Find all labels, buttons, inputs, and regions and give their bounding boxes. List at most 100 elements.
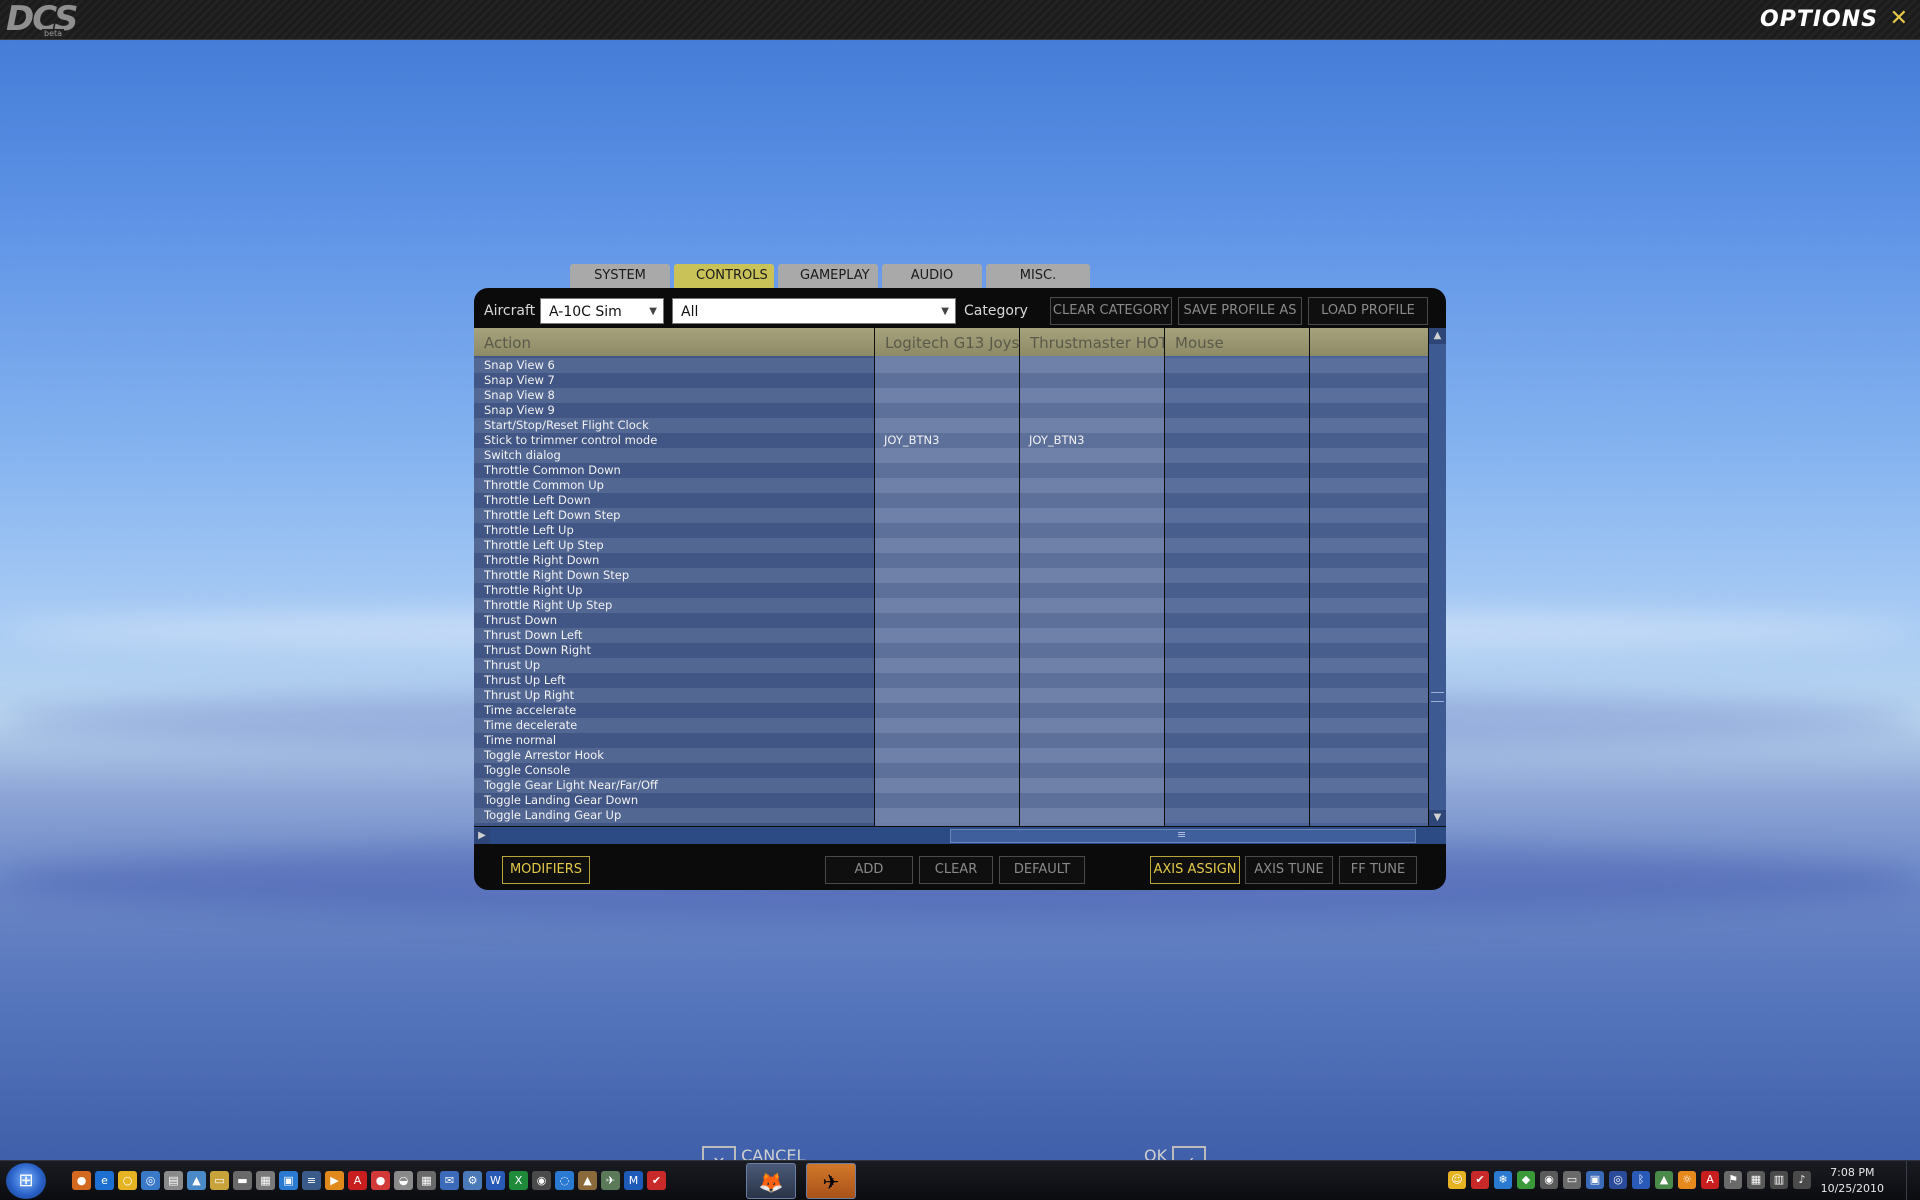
table-row[interactable]: Throttle Left Up Step bbox=[474, 538, 1428, 553]
column-header-logitech[interactable]: Logitech G13 Joys bbox=[875, 328, 1019, 356]
column-header-action[interactable]: Action bbox=[474, 328, 874, 356]
ff-tune-button[interactable]: FF TUNE bbox=[1339, 856, 1417, 884]
app-icon[interactable]: ○ bbox=[118, 1171, 137, 1190]
clear-category-button[interactable]: CLEAR CATEGORY bbox=[1050, 297, 1172, 325]
app-icon[interactable]: ◎ bbox=[141, 1171, 160, 1190]
modifiers-button[interactable]: MODIFIERS bbox=[502, 856, 590, 884]
app-icon[interactable]: ▲ bbox=[578, 1171, 597, 1190]
table-row[interactable]: Thrust Up bbox=[474, 658, 1428, 673]
table-row[interactable]: Toggle Landing Gear Down bbox=[474, 793, 1428, 808]
ie-icon[interactable]: e bbox=[95, 1171, 114, 1190]
table-row[interactable]: Toggle Arrestor Hook bbox=[474, 748, 1428, 763]
tray-icon[interactable]: ☼ bbox=[1678, 1171, 1696, 1189]
table-row[interactable]: Time decelerate bbox=[474, 718, 1428, 733]
table-row[interactable]: Throttle Left Up bbox=[474, 523, 1428, 538]
axis-tune-button[interactable]: AXIS TUNE bbox=[1245, 856, 1333, 884]
vertical-scrollbar[interactable]: ▲ ▼ bbox=[1428, 328, 1446, 826]
firefox-icon[interactable]: ● bbox=[72, 1171, 91, 1190]
table-row[interactable]: Start/Stop/Reset Flight Clock bbox=[474, 418, 1428, 433]
table-row[interactable]: Throttle Right Down Step bbox=[474, 568, 1428, 583]
ati-icon[interactable]: A bbox=[348, 1171, 367, 1190]
table-row[interactable]: Stick to trimmer control mode JOY_BTN3 JOY… bbox=[474, 433, 1428, 448]
table-row[interactable]: Snap View 7 bbox=[474, 373, 1428, 388]
tray-icon[interactable]: ▭ bbox=[1563, 1171, 1581, 1189]
tab-system[interactable]: SYSTEM bbox=[570, 264, 670, 288]
app-icon[interactable]: ▲ bbox=[187, 1171, 206, 1190]
load-profile-button[interactable]: LOAD PROFILE bbox=[1308, 297, 1428, 325]
scroll-right-icon[interactable]: ▶ bbox=[474, 828, 490, 844]
app-icon[interactable]: ◌ bbox=[555, 1171, 574, 1190]
table-row[interactable]: Thrust Up Left bbox=[474, 673, 1428, 688]
add-button[interactable]: ADD bbox=[825, 856, 913, 884]
table-row[interactable]: Throttle Right Down bbox=[474, 553, 1428, 568]
table-row[interactable]: Snap View 8 bbox=[474, 388, 1428, 403]
tab-controls[interactable]: CONTROLS bbox=[674, 264, 774, 288]
close-icon[interactable]: ✕ bbox=[1890, 6, 1908, 31]
column-header-thrustmaster[interactable]: Thrustmaster HOT bbox=[1020, 328, 1164, 356]
tray-icon[interactable]: ❄ bbox=[1494, 1171, 1512, 1189]
clear-button[interactable]: CLEAR bbox=[919, 856, 993, 884]
binding-cell-thrustmaster[interactable]: JOY_BTN3 bbox=[1029, 433, 1084, 448]
taskbar-firefox[interactable]: 🦊 bbox=[746, 1163, 796, 1199]
nvidia-icon[interactable]: ◆ bbox=[1517, 1171, 1535, 1189]
app-icon[interactable]: M bbox=[624, 1171, 643, 1190]
bluetooth-icon[interactable]: ᛒ bbox=[1632, 1171, 1650, 1189]
binding-cell-logitech[interactable]: JOY_BTN3 bbox=[884, 433, 939, 448]
axis-assign-button[interactable]: AXIS ASSIGN bbox=[1150, 856, 1240, 884]
network-icon[interactable]: ▥ bbox=[1770, 1171, 1788, 1189]
app-icon[interactable]: ✔ bbox=[647, 1171, 666, 1190]
horizontal-scroll-thumb[interactable]: ≡ bbox=[950, 828, 1416, 843]
table-row[interactable]: Throttle Left Down bbox=[474, 493, 1428, 508]
media-icon[interactable]: ▶ bbox=[325, 1171, 344, 1190]
calculator-icon[interactable]: ▦ bbox=[417, 1171, 436, 1190]
tray-icon[interactable]: ▲ bbox=[1655, 1171, 1673, 1189]
app-icon[interactable]: ✉ bbox=[440, 1171, 459, 1190]
table-row[interactable]: Throttle Left Down Step bbox=[474, 508, 1428, 523]
table-row[interactable]: Throttle Common Down bbox=[474, 463, 1428, 478]
start-button[interactable]: ⊞ bbox=[6, 1163, 46, 1199]
app-icon[interactable]: ≡ bbox=[302, 1171, 321, 1190]
scroll-down-icon[interactable]: ▼ bbox=[1429, 810, 1446, 826]
steam-icon[interactable]: ◉ bbox=[1540, 1171, 1558, 1189]
app-icon[interactable]: ● bbox=[371, 1171, 390, 1190]
app-icon[interactable]: ⚙ bbox=[463, 1171, 482, 1190]
aircraft-select[interactable]: A-10C Sim ▼ bbox=[540, 298, 664, 324]
folder-icon[interactable]: ▭ bbox=[210, 1171, 229, 1190]
word-icon[interactable]: W bbox=[486, 1171, 505, 1190]
tray-icon[interactable]: ▣ bbox=[1586, 1171, 1604, 1189]
tray-icon[interactable]: ▦ bbox=[1747, 1171, 1765, 1189]
column-header-empty[interactable] bbox=[1310, 328, 1428, 356]
table-row[interactable]: Thrust Up Right bbox=[474, 688, 1428, 703]
table-row[interactable]: Throttle Right Up bbox=[474, 583, 1428, 598]
excel-icon[interactable]: X bbox=[509, 1171, 528, 1190]
table-row[interactable]: Thrust Down bbox=[474, 613, 1428, 628]
table-row[interactable]: Toggle Landing Gear Up bbox=[474, 808, 1428, 823]
taskbar-dcs[interactable]: ✈ bbox=[806, 1163, 856, 1199]
tab-audio[interactable]: AUDIO bbox=[882, 264, 982, 288]
ati-icon[interactable]: A bbox=[1701, 1171, 1719, 1189]
default-button[interactable]: DEFAULT bbox=[999, 856, 1085, 884]
system-clock[interactable]: 7:08 PM 10/25/2010 bbox=[1821, 1165, 1884, 1197]
table-row[interactable]: Time accelerate bbox=[474, 703, 1428, 718]
save-profile-button[interactable]: SAVE PROFILE AS bbox=[1178, 297, 1302, 325]
category-select[interactable]: All ▼ bbox=[672, 298, 956, 324]
app-icon[interactable]: ▣ bbox=[279, 1171, 298, 1190]
volume-icon[interactable]: ♪ bbox=[1793, 1171, 1811, 1189]
table-row[interactable]: Thrust Down Right bbox=[474, 643, 1428, 658]
column-header-mouse[interactable]: Mouse bbox=[1165, 328, 1309, 356]
app-icon[interactable]: ◒ bbox=[394, 1171, 413, 1190]
tab-gameplay[interactable]: GAMEPLAY bbox=[778, 264, 878, 288]
table-row[interactable]: Snap View 9 bbox=[474, 403, 1428, 418]
horizontal-scrollbar[interactable]: ◀ ≡ ▶ bbox=[474, 826, 1446, 844]
tray-icon[interactable]: ◎ bbox=[1609, 1171, 1627, 1189]
tray-icon[interactable]: ✔ bbox=[1471, 1171, 1489, 1189]
table-row[interactable]: Time normal bbox=[474, 733, 1428, 748]
tab-misc[interactable]: MISC. bbox=[986, 264, 1090, 288]
app-icon[interactable]: ✈ bbox=[601, 1171, 620, 1190]
notepad-icon[interactable]: ▤ bbox=[164, 1171, 183, 1190]
show-desktop-button[interactable] bbox=[1906, 1161, 1920, 1200]
table-row[interactable]: Thrust Down Left bbox=[474, 628, 1428, 643]
steam-icon[interactable]: ◉ bbox=[532, 1171, 551, 1190]
scroll-up-icon[interactable]: ▲ bbox=[1429, 328, 1446, 344]
table-row[interactable]: Throttle Common Up bbox=[474, 478, 1428, 493]
